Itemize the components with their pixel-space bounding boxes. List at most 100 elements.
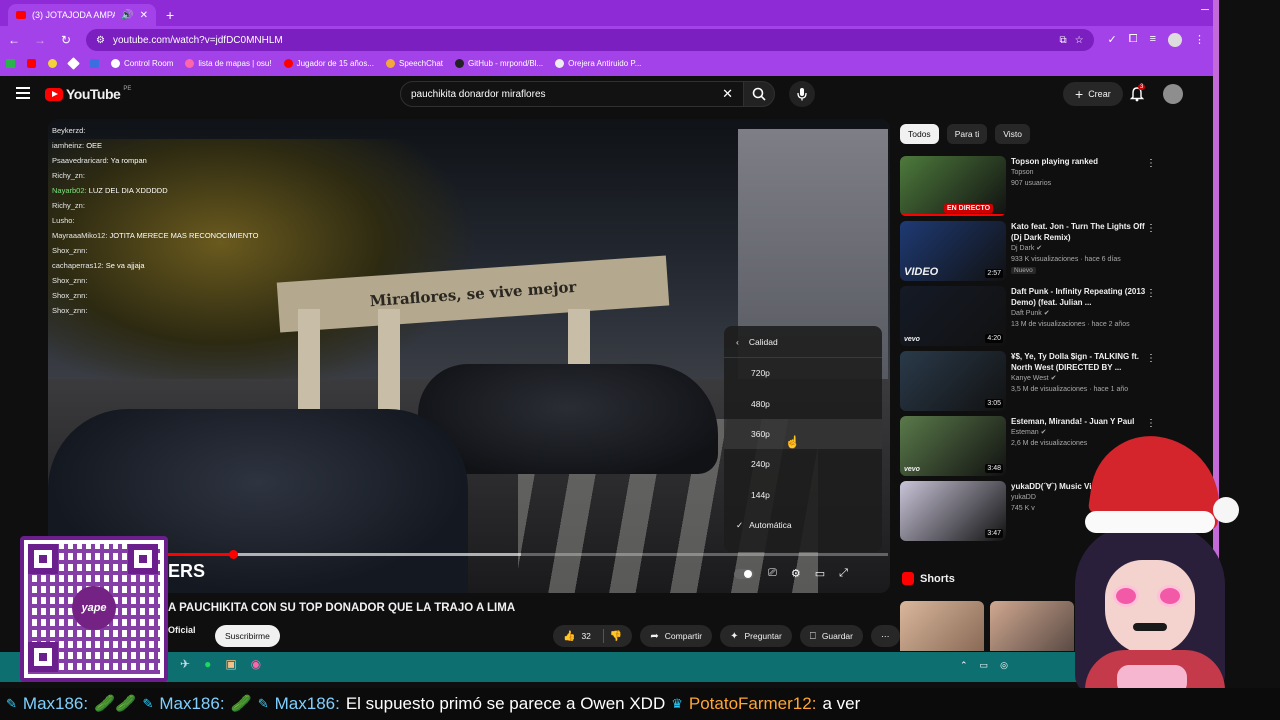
ask-button[interactable]: ✦ Preguntar	[720, 625, 792, 647]
more-actions-button[interactable]: ⋯	[871, 625, 900, 647]
subscribe-button[interactable]: Suscribirme	[215, 625, 280, 647]
recommendation-channel[interactable]: Topson	[1011, 169, 1034, 176]
more-vertical-icon[interactable]: ⋮	[1146, 158, 1156, 169]
app-icon[interactable]: ▣	[225, 657, 236, 671]
chip-all[interactable]: Todos	[900, 124, 939, 144]
speaker-icon[interactable]: 🔊	[121, 10, 133, 21]
bookmark-0[interactable]: Control Room	[111, 58, 173, 68]
chat-username: Psaavedraricard:	[52, 156, 109, 165]
chat-message: LUZ DEL DIA XDDDDD	[88, 186, 168, 195]
verified-icon: ✔	[1036, 245, 1043, 252]
recommendation-channel[interactable]: Daft Punk	[1011, 310, 1042, 317]
recommendation-channel[interactable]: yukaDD	[1011, 494, 1036, 501]
bookmark-1[interactable]: lista de mapas | osu!	[185, 58, 272, 68]
bookmark-icon-extension[interactable]	[48, 58, 57, 68]
channel-name[interactable]: Oficial	[168, 625, 196, 635]
short-thumbnail[interactable]	[900, 601, 984, 651]
clear-search-icon[interactable]: ✕	[722, 86, 733, 102]
install-app-icon[interactable]: ⧉	[1059, 35, 1066, 46]
subtitles-icon[interactable]: ⎚	[768, 567, 777, 580]
bookmark-star-icon[interactable]: ☆	[1075, 35, 1084, 46]
user-avatar[interactable]	[1163, 84, 1183, 104]
recommendation-item[interactable]: 3:05 ¥$, Ye, Ty Dolla $ign - TALKING ft. …	[900, 351, 1160, 416]
settings-gear-icon[interactable]: ⚙	[791, 567, 801, 580]
recommendation-channel[interactable]: Dj Dark	[1011, 245, 1034, 252]
back-button[interactable]: ←	[8, 33, 20, 47]
chat-username: Richy_zn:	[52, 171, 85, 180]
reload-button[interactable]: ↻	[60, 33, 72, 47]
chat-line: MayraaaMiko12: JOTITA MERECE MAS RECONOC…	[52, 228, 292, 243]
more-vertical-icon[interactable]: ⋮	[1146, 288, 1156, 299]
recommendation-channel[interactable]: Kanye West	[1011, 375, 1049, 382]
recommendation-item[interactable]: VIDEO 2:57 Kato feat. Jon - Turn The Light…	[900, 221, 1160, 286]
recommendation-channel[interactable]: Esteman	[1011, 429, 1039, 436]
chat-username: Shox_znn:	[52, 291, 88, 300]
voice-search-button[interactable]	[789, 81, 815, 107]
video-player[interactable]: Miraflores, se vive mejor Beykerzd: iamh…	[48, 119, 890, 593]
youtube-logo[interactable]: YouTube PE	[45, 86, 131, 102]
like-button[interactable]: 👍 32 👎	[553, 625, 633, 647]
bookmark-3[interactable]: SpeechChat	[385, 58, 443, 68]
quality-option[interactable]: 360p	[724, 418, 882, 450]
more-vertical-icon[interactable]: ⋮	[1146, 223, 1156, 234]
recommendation-item[interactable]: vevo 4:20 Daft Punk - Infinity Repeating (…	[900, 286, 1160, 351]
profile-avatar[interactable]	[1168, 33, 1182, 47]
tray-chevron-icon[interactable]: ⌃	[960, 660, 968, 671]
menu-icon[interactable]	[16, 87, 30, 99]
stream-chat-ticker: ✎ Max186: 🥒🥒 ✎ Max186: 🥒 ✎ Max186: El supuesto p…	[0, 688, 1280, 720]
browser-tab-youtube[interactable]: (3) JOTAJODA AMPAYA A P... 🔊 ✕	[8, 4, 156, 26]
recommendation-thumbnail[interactable]: vevo 4:20	[900, 286, 1006, 346]
bookmark-icon-blue[interactable]	[90, 58, 99, 68]
bookmark-icon-youtube[interactable]	[27, 58, 36, 68]
bookmark-5[interactable]: Orejera Antiruido P...	[555, 58, 641, 68]
spotify-icon[interactable]: ●	[204, 657, 211, 671]
minimize-button[interactable]: ─	[1201, 4, 1209, 17]
extension-icon[interactable]: ✓	[1108, 33, 1117, 47]
media-icon[interactable]: ≡	[1150, 33, 1156, 47]
quality-option[interactable]: 240p	[724, 449, 882, 479]
create-button[interactable]: + Crear	[1063, 82, 1123, 106]
steam-icon[interactable]: ✈	[180, 657, 190, 671]
recommendation-item[interactable]: EN DIRECTO Topson playing ranked Topson 907…	[900, 156, 1160, 221]
url-field[interactable]: ⚙ youtube.com/watch?v=jdfDC0MNHLM ⧉ ☆	[86, 29, 1094, 51]
recommendation-thumbnail[interactable]: 3:05	[900, 351, 1006, 411]
save-button[interactable]: ⎕ Guardar	[799, 625, 863, 647]
progress-bar[interactable]	[168, 550, 888, 559]
osu-icon[interactable]: ◉	[251, 657, 261, 671]
recommendation-thumbnail[interactable]: 3:47	[900, 481, 1006, 541]
chip-watched[interactable]: Visto	[995, 124, 1031, 144]
fullscreen-icon[interactable]: ⤢	[839, 567, 848, 580]
close-tab-icon[interactable]: ✕	[140, 10, 148, 21]
bookmark-4[interactable]: GitHub - mrpond/Bl...	[455, 58, 543, 68]
scrubber-handle[interactable]	[228, 550, 238, 559]
autoplay-toggle[interactable]	[734, 568, 754, 579]
site-info-icon[interactable]: ⚙	[96, 35, 105, 46]
browser-menu-icon[interactable]: ⋮	[1194, 33, 1205, 47]
thumbs-down-icon[interactable]: 👎	[610, 631, 622, 642]
search-input[interactable]: pauchikita donardor miraflores ✕	[400, 81, 744, 107]
quality-option[interactable]: 144p	[724, 480, 882, 510]
forward-button[interactable]: →	[34, 33, 46, 47]
quality-menu-header[interactable]: ‹ Calidad	[724, 326, 882, 358]
recommendation-thumbnail[interactable]: vevo 3:48	[900, 416, 1006, 476]
share-button[interactable]: ➦ Compartir	[640, 625, 713, 647]
bookmark-icon-diamond[interactable]	[67, 56, 80, 70]
youtube-favicon-icon	[16, 11, 26, 19]
miniplayer-icon[interactable]: ▭	[815, 567, 825, 580]
network-icon[interactable]: ◎	[1000, 660, 1008, 671]
recommendation-thumbnail[interactable]: VIDEO 2:57	[900, 221, 1006, 281]
quality-option[interactable]: 720p	[724, 358, 882, 388]
extensions-puzzle-icon[interactable]: ⧠	[1129, 33, 1138, 47]
bookmark-2[interactable]: Jugador de 15 años...	[283, 58, 374, 68]
new-tab-button[interactable]: +	[166, 7, 174, 23]
bookmark-icon-green[interactable]	[6, 58, 15, 68]
chip-for-you[interactable]: Para ti	[946, 124, 988, 144]
battery-icon[interactable]: ▭	[980, 660, 989, 671]
search-button[interactable]	[743, 81, 775, 107]
quality-option-selected[interactable]: ✓ Automática	[724, 510, 882, 540]
country-code: PE	[123, 86, 132, 92]
more-vertical-icon[interactable]: ⋮	[1146, 353, 1156, 364]
vtuber-avatar	[1045, 425, 1245, 720]
recommendation-thumbnail[interactable]: EN DIRECTO	[900, 156, 1006, 216]
quality-option[interactable]: 480p	[724, 388, 882, 418]
